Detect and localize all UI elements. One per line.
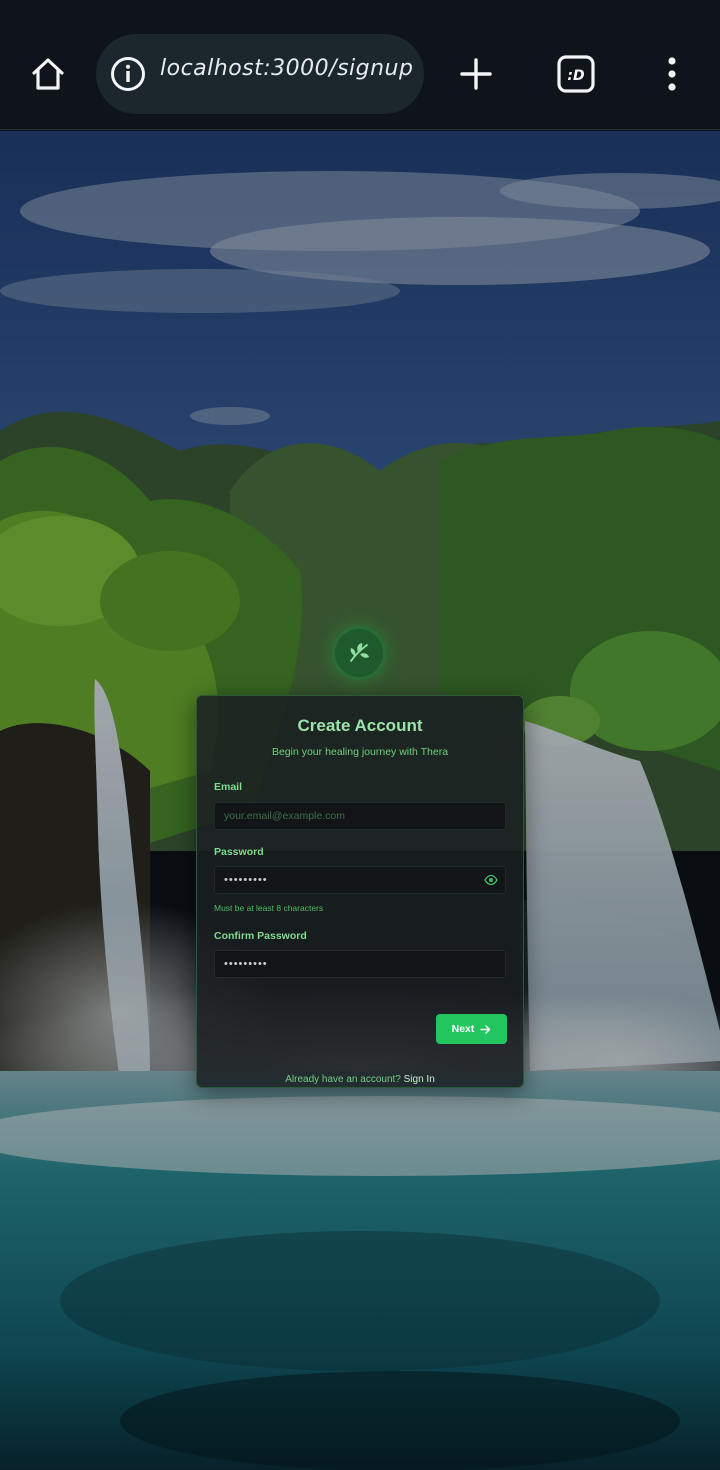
signin-prompt-text: Already have an account? bbox=[285, 1074, 401, 1085]
password-input[interactable] bbox=[214, 866, 506, 894]
confirm-password-input[interactable] bbox=[214, 950, 506, 978]
confirm-password-label: Confirm Password bbox=[214, 930, 307, 942]
eye-icon[interactable] bbox=[484, 874, 498, 886]
signin-prompt: Already have an account? Sign In bbox=[197, 1074, 523, 1085]
arrow-right-icon bbox=[480, 1024, 491, 1034]
more-vert-icon bbox=[668, 57, 676, 91]
home-button[interactable] bbox=[22, 48, 74, 100]
plus-icon bbox=[460, 58, 492, 90]
info-icon[interactable] bbox=[110, 56, 146, 92]
password-label: Password bbox=[214, 846, 264, 858]
email-input[interactable] bbox=[214, 802, 506, 830]
overflow-menu-button[interactable] bbox=[646, 48, 698, 100]
email-label: Email bbox=[214, 781, 243, 793]
sign-in-link[interactable]: Sign In bbox=[404, 1074, 435, 1085]
browser-toolbar: localhost:3000/signup :D bbox=[0, 0, 720, 130]
svg-text::D: :D bbox=[567, 68, 584, 84]
page-subtitle: Begin your healing journey with Thera bbox=[271, 746, 449, 758]
url-text[interactable]: localhost:3000/signup bbox=[160, 56, 413, 81]
tab-switcher-button[interactable]: :D bbox=[550, 48, 602, 100]
leaf-icon bbox=[350, 643, 369, 662]
app-logo bbox=[335, 629, 383, 677]
home-icon bbox=[32, 58, 64, 90]
next-button[interactable]: Next bbox=[436, 1014, 507, 1044]
signup-card: Create Account Begin your healing journe… bbox=[196, 695, 524, 1088]
password-hint: Must be at least 8 characters bbox=[214, 903, 324, 913]
page-title: Create Account bbox=[297, 716, 423, 735]
address-bar[interactable]: localhost:3000/signup bbox=[96, 34, 424, 114]
next-label: Next bbox=[451, 1023, 475, 1035]
new-tab-button[interactable] bbox=[450, 48, 502, 100]
tabs-icon: :D bbox=[557, 55, 595, 93]
